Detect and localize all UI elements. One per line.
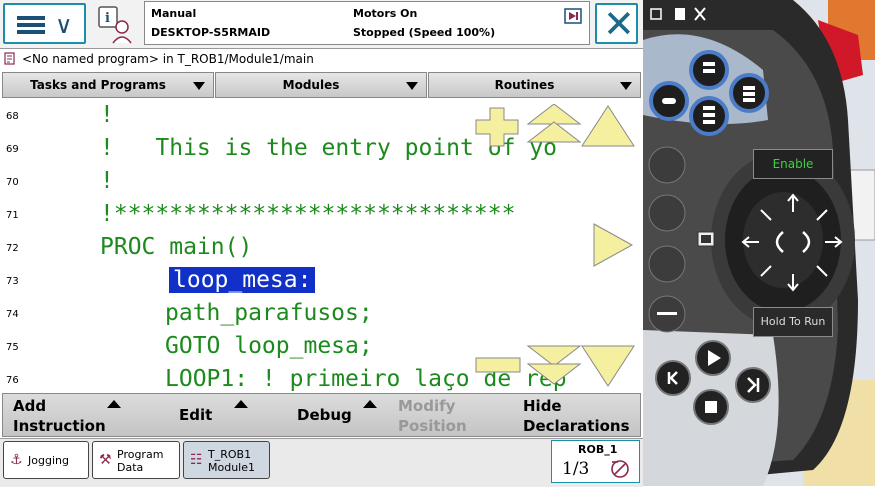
editor-overlay-controls-top <box>475 104 635 147</box>
breadcrumb: <No named program> in T_ROB1/Module1/mai… <box>0 49 643 70</box>
menu-up-arrow-icon <box>234 400 248 408</box>
menu-up-arrow-icon <box>107 400 121 408</box>
button-label: Hide <box>523 397 562 415</box>
motors-status: Motors On <box>353 7 418 20</box>
menu-up-arrow-icon <box>363 400 377 408</box>
editor-tabs: Tasks and Programs Modules Routines <box>2 72 641 99</box>
quickset-button[interactable]: ROB_1 1/3 <box>551 440 640 483</box>
pendant-body <box>643 0 875 486</box>
flexpendant-screen: ∨ i Manual DESKTOP-S5RMAID Motors On Sto… <box>0 0 644 487</box>
increment-fraction: 1/3 <box>562 459 590 479</box>
taskbar-label: Jogging <box>28 454 69 467</box>
hold-to-run-button[interactable]: Hold To Run <box>753 307 833 337</box>
dropdown-arrow-icon <box>406 82 418 90</box>
button-label: Declarations <box>523 417 630 435</box>
editor-overlay-controls-bottom <box>475 345 635 387</box>
taskbar-jogging[interactable]: ⚓ Jogging <box>3 441 89 479</box>
line-number: 68 <box>6 111 19 122</box>
modify-position-button[interactable]: Modify Position <box>398 396 498 436</box>
breadcrumb-text: <No named program> in T_ROB1/Module1/mai… <box>22 52 314 66</box>
tab-label: Routines <box>494 78 555 92</box>
program-status-icon <box>564 8 582 24</box>
code-editor[interactable]: 68 ! 69 ! This is the entry point of yo … <box>0 100 643 392</box>
tab-routines[interactable]: Routines <box>428 72 641 98</box>
dropdown-arrow-icon <box>620 82 632 90</box>
chevron-down-icon: ∨ <box>55 11 73 39</box>
zoom-out-icon[interactable] <box>475 357 521 373</box>
line-number: 69 <box>6 144 19 155</box>
taskbar-label-line: T_ROB1 <box>208 448 252 461</box>
code-line[interactable]: 71 !***************************** <box>0 199 643 232</box>
code-text: !***************************** <box>100 201 516 227</box>
taskbar-label-line: Module1 <box>208 461 255 474</box>
program-editor-icon <box>4 52 15 65</box>
event-log-icon[interactable]: i <box>95 5 135 45</box>
enable-button[interactable]: Enable <box>753 149 833 179</box>
button-label: Modify <box>398 397 456 415</box>
edit-button[interactable]: Edit <box>179 400 259 427</box>
add-instruction-button[interactable]: Add Instruction <box>13 396 123 436</box>
scroll-up-icon[interactable] <box>581 105 635 147</box>
button-label: Debug <box>297 406 352 424</box>
controller-name: DESKTOP-S5RMAID <box>151 26 271 39</box>
jogging-icon: ⚓ <box>10 452 23 468</box>
line-number: 75 <box>6 342 19 353</box>
code-line[interactable]: 70 ! <box>0 166 643 199</box>
taskbar: ⚓ Jogging ⚒ Program Data ☷ T_ROB1 Module… <box>0 438 643 487</box>
button-label: Edit <box>179 406 213 424</box>
debug-button[interactable]: Debug <box>297 400 387 427</box>
svg-text:i: i <box>105 11 110 26</box>
scroll-right-icon[interactable] <box>590 220 636 270</box>
line-number: 70 <box>6 177 19 188</box>
program-data-icon: ⚒ <box>99 452 112 468</box>
code-text: ! <box>100 168 114 194</box>
top-bar: ∨ i Manual DESKTOP-S5RMAID Motors On Sto… <box>0 0 643 49</box>
code-text-highlighted: loop_mesa: <box>169 267 316 293</box>
taskbar-program-editor[interactable]: ☷ T_ROB1 Module1 <box>183 441 270 479</box>
line-number: 74 <box>6 309 19 320</box>
line-number: 76 <box>6 375 19 386</box>
hamburger-icon <box>17 16 45 34</box>
dropdown-arrow-icon <box>193 82 205 90</box>
scroll-page-down-icon[interactable] <box>526 345 582 385</box>
scroll-page-up-icon[interactable] <box>526 104 582 143</box>
mechanical-unit-label: ROB_1 <box>578 443 618 456</box>
virtual-flexpendant-hardware: Enable Hold To Run <box>643 0 875 486</box>
abb-menu-button[interactable]: ∨ <box>3 3 86 44</box>
taskbar-label: T_ROB1 Module1 <box>208 448 255 474</box>
taskbar-label-line: Program <box>117 448 164 461</box>
program-editor-icon: ☷ <box>190 452 203 468</box>
taskbar-program-data[interactable]: ⚒ Program Data <box>92 441 180 479</box>
line-number: 73 <box>6 276 19 287</box>
code-text: ! <box>100 102 114 128</box>
code-text: GOTO loop_mesa; <box>165 333 373 359</box>
button-label: Instruction <box>13 417 106 435</box>
close-button[interactable]: ✕ <box>595 2 638 46</box>
line-number: 72 <box>6 243 19 254</box>
line-number: 71 <box>6 210 19 221</box>
run-state: Stopped (Speed 100%) <box>353 26 496 39</box>
code-line[interactable]: 74 path_parafusos; <box>0 298 643 331</box>
hide-declarations-button[interactable]: Hide Declarations <box>523 396 638 436</box>
bottom-menu-bar: Add Instruction Edit Debug Modify Positi… <box>2 393 641 437</box>
code-text: PROC main() <box>100 234 253 260</box>
taskbar-label: Program Data <box>117 448 163 474</box>
close-icon: ✕ <box>603 2 635 46</box>
code-text: path_parafusos; <box>165 300 373 326</box>
button-label: Position <box>398 417 467 435</box>
taskbar-label-line: Data <box>117 461 144 474</box>
code-line[interactable]: 72 PROC main() <box>0 232 643 265</box>
code-line-selected[interactable]: 73 loop_mesa: <box>0 265 643 298</box>
tab-modules[interactable]: Modules <box>215 72 427 98</box>
mode-text: Manual <box>151 7 197 20</box>
tab-label: Modules <box>282 78 340 92</box>
speed-override-icon <box>611 460 629 478</box>
status-panel[interactable]: Manual DESKTOP-S5RMAID Motors On Stopped… <box>144 1 590 45</box>
zoom-in-icon[interactable] <box>475 107 519 147</box>
scroll-down-icon[interactable] <box>581 345 635 387</box>
tab-label: Tasks and Programs <box>30 78 166 92</box>
tab-tasks-and-programs[interactable]: Tasks and Programs <box>2 72 214 98</box>
